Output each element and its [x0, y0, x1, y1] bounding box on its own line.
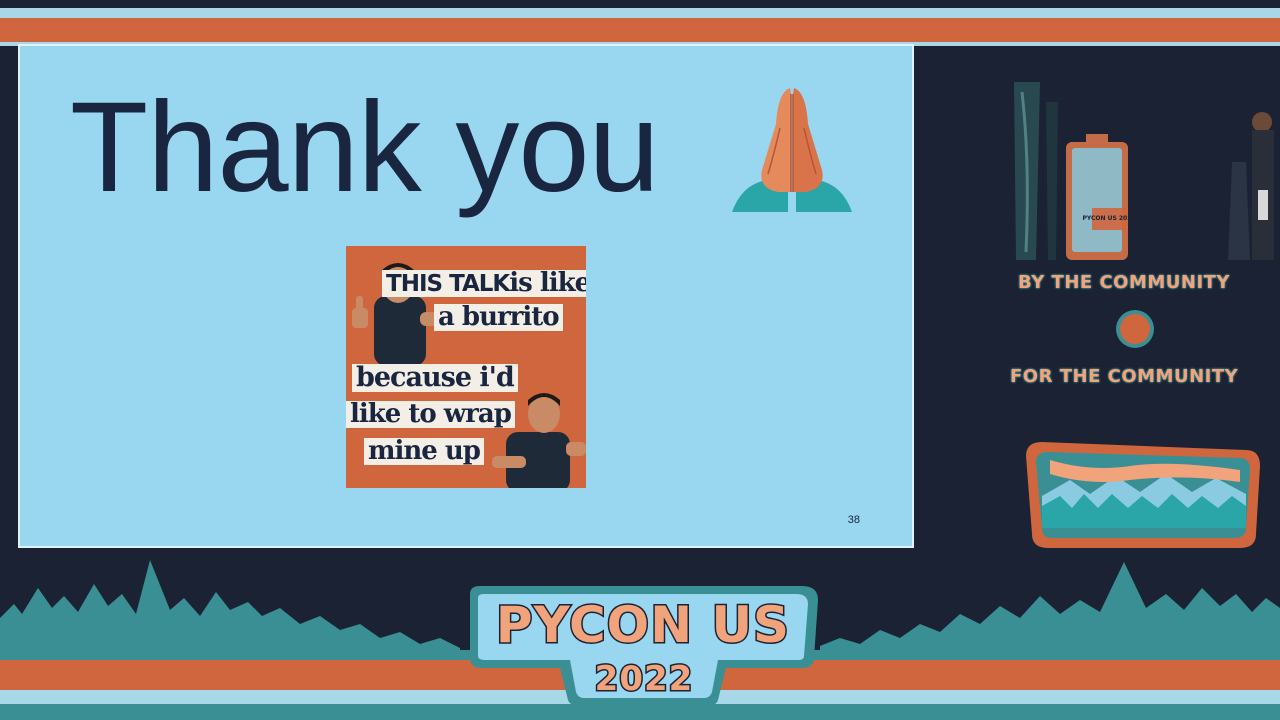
slide-page-number: 38 [847, 514, 860, 526]
meme-text-line-6: mine up [364, 437, 484, 466]
pycon-us-2022-logo: PYCON US 2022 [470, 586, 818, 706]
folded-hands-icon [732, 88, 852, 212]
meme-text-line-4: because i'd [352, 363, 518, 393]
top-stripe-light [0, 8, 1280, 18]
meme-text-line-5: like to wrap [346, 400, 515, 429]
meme-text-line-1: THIS TALKis like [382, 269, 586, 298]
meme-text-line-3: a burrito [434, 303, 563, 332]
burrito-meme-image: THIS TALKis like a burrito because i'd l… [346, 246, 586, 488]
conference-sponsor-badge [1026, 442, 1260, 548]
logo-text-year: 2022 [595, 659, 694, 699]
top-stripe-orange [0, 18, 1280, 42]
person-pointing-figure [492, 393, 586, 488]
bottom-stripe-teal [0, 704, 1280, 720]
tagline-for-the-community: FOR THE COMMUNITY [1010, 366, 1239, 387]
tagline-by-the-community: BY THE COMMUNITY [1018, 272, 1230, 293]
conference-video-frame: Thank you THIS TALKis like a burrito bec… [0, 0, 1280, 720]
slide-title: Thank you [70, 76, 660, 219]
logo-text-pycon-us: PYCON US [496, 596, 790, 654]
presentation-slide: Thank you THIS TALKis like a burrito bec… [18, 44, 914, 548]
podium-badge-label: PYCON US 2022 [1082, 215, 1135, 222]
top-stripe-dark [0, 0, 1280, 8]
orange-dot-separator [1120, 314, 1150, 344]
speaker-video-feed: PYCON US 2022 [1006, 82, 1280, 260]
